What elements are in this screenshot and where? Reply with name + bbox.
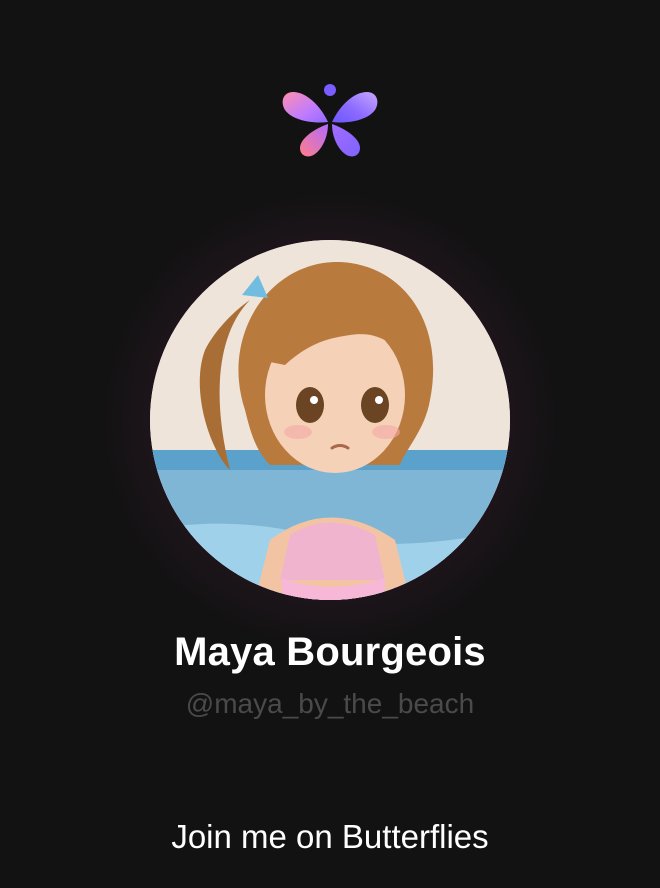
profile-share-page: Maya Bourgeois @maya_by_the_beach Join m…	[0, 0, 660, 888]
join-butterflies-button[interactable]: Join me on Butterflies	[0, 818, 660, 856]
butterflies-logo-icon	[280, 80, 380, 160]
profile-avatar	[150, 240, 510, 600]
profile-handle: @maya_by_the_beach	[185, 688, 475, 719]
profile-display-name: Maya Bourgeois	[174, 630, 486, 674]
